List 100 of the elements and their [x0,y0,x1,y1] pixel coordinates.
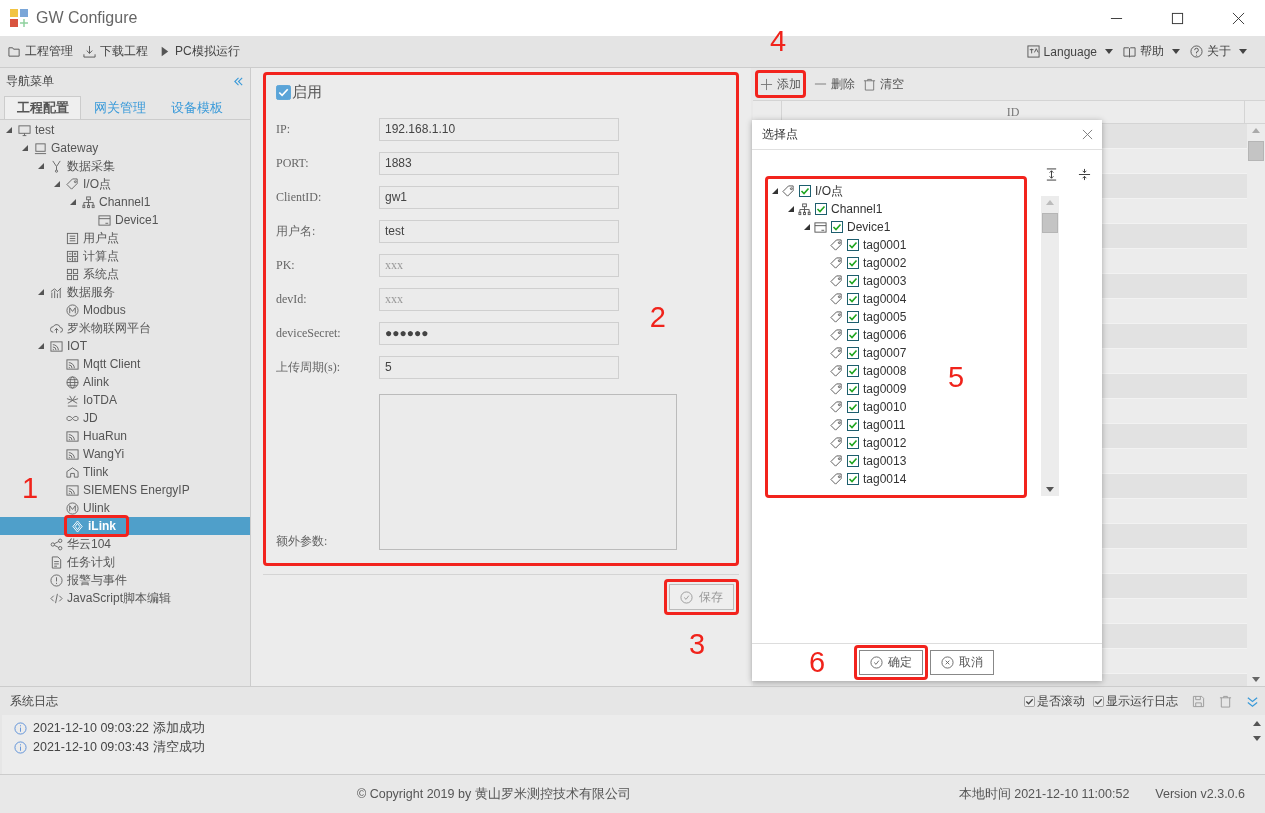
menu-dropdown[interactable]: 关于 [1190,43,1247,60]
expand-arrow-icon[interactable] [788,206,794,212]
checkbox[interactable] [831,221,843,233]
tree-item[interactable]: Channel1 [68,193,153,211]
expand-arrow-icon[interactable] [38,163,44,169]
checkbox[interactable] [847,275,859,287]
expand-arrow-icon[interactable] [54,181,60,187]
tree-item[interactable]: 罗米物联网平台 [36,319,153,337]
checkbox[interactable] [815,203,827,215]
tree-item[interactable]: tag0008 [818,362,907,380]
ok-button[interactable]: 确定 [859,650,923,675]
tree-item[interactable]: tag0009 [818,380,907,398]
tree-item[interactable]: 华云104 [36,535,114,553]
tree-item[interactable]: IOT [36,337,89,355]
input-field[interactable]: ●●●●●● [379,321,619,345]
checkbox[interactable] [847,401,859,413]
checkbox[interactable] [847,347,859,359]
tree-item[interactable]: IoTDA [52,391,119,409]
scroll-down-icon[interactable] [1252,677,1260,682]
tree-item[interactable]: tag0011 [818,416,906,434]
tree-item[interactable]: Channel1 [786,200,883,218]
tree-item[interactable]: tag0004 [818,290,907,308]
toolbar-button[interactable]: 清空 [863,73,904,95]
tree-item[interactable]: JD [52,409,100,427]
tree-item[interactable]: Gateway [20,139,101,157]
tree-item[interactable]: I/O点 [770,182,843,200]
scrollbar-thumb[interactable] [1248,141,1264,161]
checkbox[interactable] [847,365,859,377]
tree-item[interactable]: 数据服务 [36,283,117,301]
tree-item[interactable]: I/O点 [52,175,113,193]
tree-item[interactable]: HuaRun [52,427,130,445]
checkbox[interactable] [276,85,291,100]
tree-item[interactable]: Ulink [52,499,112,517]
scroll-down-icon[interactable] [1253,736,1261,741]
tree-item[interactable]: 计算点 [52,247,121,265]
tree-item[interactable]: 用户点 [52,229,121,247]
expand-arrow-icon[interactable] [22,145,28,151]
menu-dropdown[interactable]: Language [1026,44,1113,59]
tree-item[interactable]: tag0005 [818,308,907,326]
tree-item[interactable]: Alink [52,373,111,391]
expand-arrow-icon[interactable] [70,199,76,205]
checkbox[interactable] [847,473,859,485]
maximize-icon[interactable] [1171,11,1184,25]
tree-item[interactable]: Mqtt Client [52,355,143,373]
input-field[interactable]: test [379,219,619,243]
expand-arrow-icon[interactable] [772,188,778,194]
expand-arrow-icon[interactable] [804,224,810,230]
checkbox[interactable] [847,455,859,467]
expand-arrow-icon[interactable] [38,343,44,349]
menu-item[interactable]: PC模拟运行 [158,43,240,60]
tree-item[interactable]: tag0014 [818,470,907,488]
toolbar-button[interactable]: 删除 [814,73,855,95]
tree-item[interactable]: tag0012 [818,434,907,452]
tree-item[interactable]: tag0013 [818,452,907,470]
tree-item[interactable]: Device1 [802,218,891,236]
tree-item[interactable]: 系统点 [52,265,121,283]
checkbox[interactable] [847,419,859,431]
checkbox[interactable] [847,293,859,305]
scroll-down-icon[interactable] [1046,487,1054,492]
tree-item[interactable]: tag0010 [818,398,907,416]
tab[interactable]: 工程配置 [4,96,81,119]
checkbox[interactable] [799,185,811,197]
scroll-up-icon[interactable] [1253,721,1261,726]
tree-item[interactable]: Device1 [84,211,161,229]
toolbar-button[interactable]: 添加 [760,73,801,95]
expand-arrow-icon[interactable] [6,127,12,133]
menu-dropdown[interactable]: 帮助 [1123,43,1180,60]
menu-item[interactable]: 下载工程 [83,43,148,60]
tree-item[interactable]: SIEMENS EnergyIP [52,481,192,499]
input-field[interactable]: 1883 [379,151,619,175]
cancel-button[interactable]: 取消 [930,650,994,675]
tree-item[interactable]: WangYi [52,445,127,463]
collapse-all-icon[interactable] [1078,168,1091,181]
tree-item[interactable]: Tlink [52,463,111,481]
tree-item[interactable]: tag0007 [818,344,907,362]
input-field[interactable]: 192.168.1.10 [379,117,619,141]
tree-item[interactable]: tag0006 [818,326,907,344]
expand-arrow-icon[interactable] [38,289,44,295]
input-field[interactable]: gw1 [379,185,619,209]
checkbox[interactable] [847,257,859,269]
tree-item[interactable]: tag0003 [818,272,907,290]
checkbox[interactable] [847,437,859,449]
tree-item[interactable]: 任务计划 [36,553,117,571]
tree-item[interactable]: 报警与事件 [36,571,129,589]
scrollbar-thumb[interactable] [1042,213,1058,233]
expand-all-icon[interactable] [1045,168,1058,181]
menu-item[interactable]: 工程管理 [8,43,73,60]
checkbox[interactable] [847,239,859,251]
scrollbar[interactable] [1247,124,1265,686]
scrollbar[interactable] [1041,196,1059,496]
checkbox[interactable] [1093,695,1104,707]
close-icon[interactable] [1232,11,1245,25]
tree-item[interactable]: tag0002 [818,254,907,272]
checkbox[interactable] [1024,695,1035,707]
tree-item[interactable]: Modbus [52,301,128,319]
checkbox[interactable] [847,329,859,341]
tree-item[interactable]: test [4,121,57,139]
tree-item[interactable]: 数据采集 [36,157,117,175]
checkbox[interactable] [847,383,859,395]
input-field[interactable]: 5 [379,355,619,379]
